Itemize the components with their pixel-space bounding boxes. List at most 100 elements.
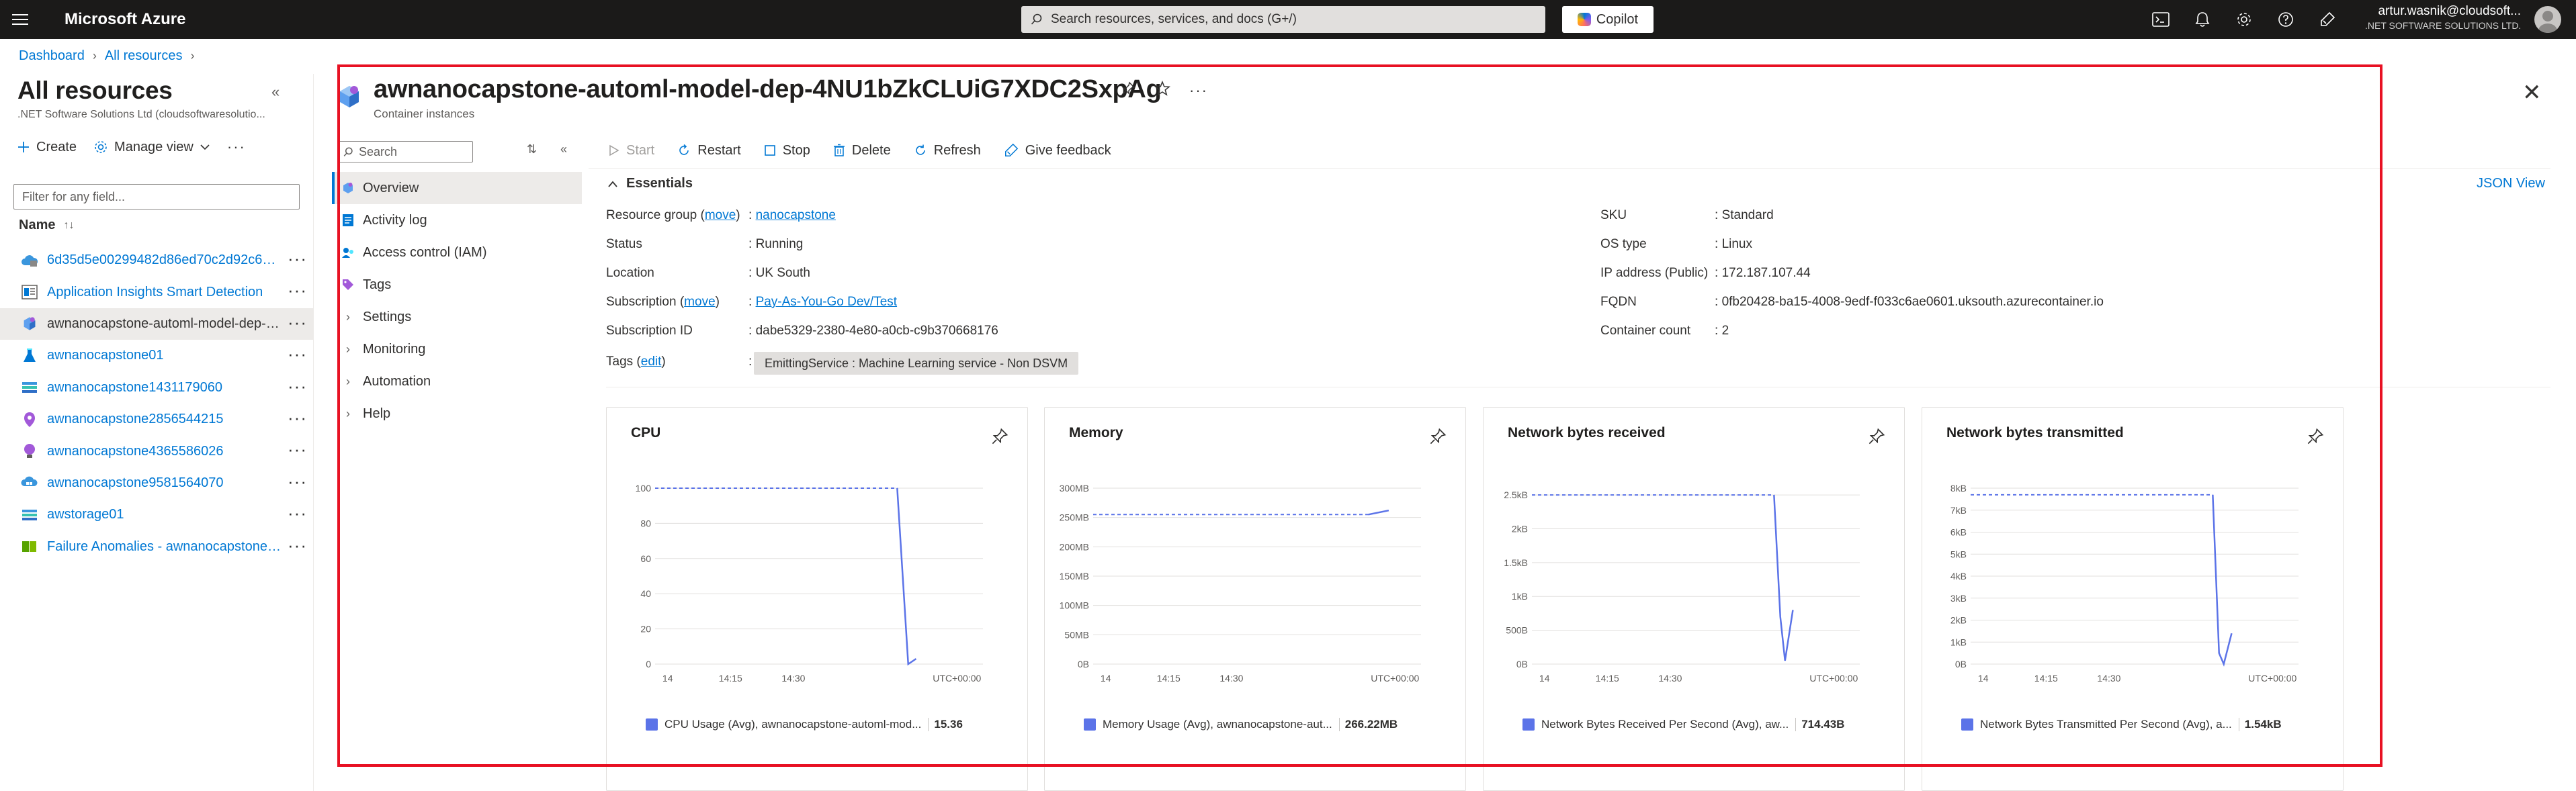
essentials-value-link[interactable]: Pay-As-You-Go Dev/Test <box>756 295 898 309</box>
chart-legend[interactable]: Memory Usage (Avg), awnanocapstone-aut..… <box>1084 718 1398 731</box>
nav-item-access-control-iam[interactable]: Access control (IAM) <box>332 236 582 269</box>
feedback-icon[interactable] <box>2317 9 2338 30</box>
pin-icon[interactable] <box>1429 428 1447 449</box>
resource-name-link[interactable]: awnanocapstone1431179060 <box>47 380 282 396</box>
collapse-icon[interactable]: « <box>560 142 567 156</box>
row-more-icon[interactable]: ··· <box>288 344 307 365</box>
pin-icon[interactable] <box>2307 428 2324 449</box>
pin-icon[interactable] <box>991 428 1008 449</box>
filter-input[interactable]: Filter for any field... <box>13 184 300 210</box>
gear-icon[interactable] <box>2233 9 2255 30</box>
breadcrumb-dashboard[interactable]: Dashboard <box>19 48 85 64</box>
resource-row[interactable]: awnanocapstone-automl-model-dep-4... ··· <box>0 308 313 340</box>
manage-view-button[interactable]: Manage view <box>94 140 210 155</box>
give-feedback-button[interactable]: Give feedback <box>1004 143 1111 158</box>
close-icon[interactable]: ✕ <box>2522 79 2542 106</box>
resource-name-link[interactable]: awnanocapstone9581564070 <box>47 475 282 491</box>
nav-item-tags[interactable]: Tags <box>332 269 582 301</box>
row-more-icon[interactable]: ··· <box>288 535 307 556</box>
hamburger-menu-icon[interactable] <box>0 0 40 39</box>
create-button[interactable]: Create <box>17 140 77 155</box>
blade-search-input[interactable]: Search <box>337 141 473 162</box>
resource-row[interactable]: 6d35d5e00299482d86ed70c2d92c6902 ··· <box>0 244 313 276</box>
row-more-icon[interactable]: ··· <box>288 312 307 333</box>
collapse-icon[interactable]: « <box>271 83 280 101</box>
resource-row[interactable]: awnanocapstone9581564070 ··· <box>0 467 313 499</box>
delete-button[interactable]: Delete <box>833 143 891 158</box>
resource-name-link[interactable]: 6d35d5e00299482d86ed70c2d92c6902 <box>47 252 282 268</box>
breadcrumb-all-resources[interactable]: All resources <box>105 48 183 64</box>
stop-button[interactable]: Stop <box>764 143 810 158</box>
resource-row[interactable]: awnanocapstone1431179060 ··· <box>0 372 313 404</box>
star-icon[interactable] <box>1154 80 1170 101</box>
json-view-link[interactable]: JSON View <box>2477 176 2545 191</box>
chart-legend[interactable]: Network Bytes Received Per Second (Avg),… <box>1522 718 1844 731</box>
essentials-value-link[interactable]: nanocapstone <box>756 208 836 222</box>
resource-name-link[interactable]: awnanocapstone2856544215 <box>47 412 282 427</box>
row-more-icon[interactable]: ··· <box>288 376 307 397</box>
row-more-icon[interactable]: ··· <box>288 248 307 269</box>
pin-icon[interactable] <box>1121 81 1135 100</box>
nav-item-activity-log[interactable]: Activity log <box>332 204 582 236</box>
row-more-icon[interactable]: ··· <box>288 471 307 492</box>
nav-item-automation[interactable]: › Automation <box>332 365 582 398</box>
avatar[interactable] <box>2534 6 2561 33</box>
nav-item-overview[interactable]: Overview <box>332 172 582 204</box>
row-more-icon[interactable]: ··· <box>288 503 307 524</box>
pin-icon[interactable] <box>1868 428 1885 449</box>
essentials-value[interactable]: : nanocapstone <box>748 208 836 223</box>
resource-row[interactable]: Application Insights Smart Detection ··· <box>0 276 313 308</box>
essentials-value[interactable]: : Pay-As-You-Go Dev/Test <box>748 295 897 310</box>
tag-pill[interactable]: EmittingService : Machine Learning servi… <box>754 352 1079 375</box>
refresh-button[interactable]: Refresh <box>914 143 981 158</box>
chart-card-network-bytes-received[interactable]: Network bytes received 0B 500B 1kB 1.5kB 2kB 2… <box>1483 407 1905 791</box>
terminal-icon[interactable] <box>2150 9 2172 30</box>
essentials-key: Container count <box>1600 324 1691 338</box>
resource-name-link[interactable]: Failure Anomalies - awnanocapstone28... <box>47 539 282 555</box>
nav-item-help[interactable]: › Help <box>332 398 582 430</box>
name-column-header[interactable]: Name ↑↓ <box>19 218 74 233</box>
account-info[interactable]: artur.wasnik@cloudsoft... .NET SOFTWARE … <box>2365 4 2521 31</box>
chart-card-network-bytes-transmitted[interactable]: Network bytes transmitted 0B 1kB 2kB 3kB 4kB 5… <box>1922 407 2344 791</box>
nav-item-settings[interactable]: › Settings <box>332 301 582 333</box>
copilot-button[interactable]: Copilot <box>1562 6 1654 33</box>
row-more-icon[interactable]: ··· <box>288 439 307 460</box>
move-link[interactable]: move <box>684 295 715 309</box>
restart-button[interactable]: Restart <box>677 143 741 158</box>
row-more-icon[interactable]: ··· <box>288 280 307 301</box>
x-tick-label: 14 <box>1101 673 1111 684</box>
help-icon[interactable] <box>2275 9 2296 30</box>
resource-row[interactable]: awnanocapstone01 ··· <box>0 340 313 371</box>
nav-item-monitoring[interactable]: › Monitoring <box>332 333 582 365</box>
chart-legend[interactable]: Network Bytes Transmitted Per Second (Av… <box>1961 718 2282 731</box>
chart-legend[interactable]: CPU Usage (Avg), awnanocapstone-automl-m… <box>646 718 963 731</box>
x-tick-label: 14:30 <box>2097 673 2120 684</box>
essentials-value: : 172.187.107.44 <box>1715 266 1811 280</box>
resource-name-link[interactable]: awnanocapstone01 <box>47 348 282 363</box>
resource-name-link[interactable]: awnanocapstone-automl-model-dep-4... <box>47 316 282 332</box>
resource-row[interactable]: awstorage01 ··· <box>0 499 313 530</box>
resource-name-link[interactable]: awnanocapstone4365586026 <box>47 444 282 459</box>
more-icon[interactable]: ··· <box>227 138 246 156</box>
global-search-input[interactable]: Search resources, services, and docs (G+… <box>1021 6 1545 33</box>
chart-card-cpu[interactable]: CPU 0 20 40 60 80 100 14 14:15 14:30 UTC+00:00 CPU … <box>606 407 1028 791</box>
resource-name-link[interactable]: awstorage01 <box>47 507 282 522</box>
resource-row[interactable]: awnanocapstone4365586026 ··· <box>0 435 313 467</box>
chevron-right-icon: › <box>346 374 350 388</box>
essentials-left-column: Resource group (move): nanocapstone Statu… <box>606 208 1479 356</box>
tags-edit-link[interactable]: edit <box>641 355 662 369</box>
nav-item-label: Monitoring <box>363 341 426 357</box>
resource-row[interactable]: Failure Anomalies - awnanocapstone28... ·… <box>0 531 313 563</box>
move-link[interactable]: move <box>705 208 736 222</box>
start-button[interactable]: Start <box>609 143 654 158</box>
chevron-right-icon: › <box>190 49 195 62</box>
expand-collapse-icon[interactable]: ⇅ <box>527 142 537 156</box>
resource-row[interactable]: awnanocapstone2856544215 ··· <box>0 404 313 435</box>
row-more-icon[interactable]: ··· <box>288 408 307 428</box>
essentials-toggle[interactable]: Essentials <box>607 176 693 191</box>
more-icon[interactable]: ··· <box>1189 82 1208 99</box>
brand-title[interactable]: Microsoft Azure <box>65 10 185 29</box>
chart-card-memory[interactable]: Memory 0B 50MB 100MB 150MB 200MB 250MB 300MB 14 1… <box>1044 407 1466 791</box>
bell-icon[interactable] <box>2192 9 2213 30</box>
resource-name-link[interactable]: Application Insights Smart Detection <box>47 285 282 300</box>
